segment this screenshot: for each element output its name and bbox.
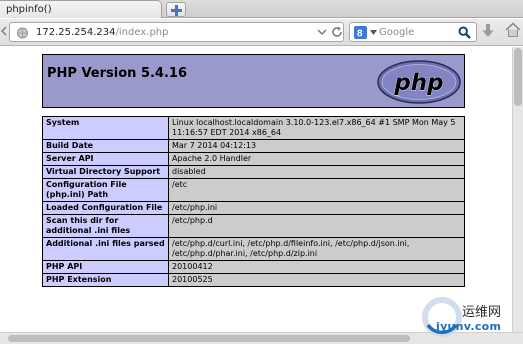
page-title: PHP Version 5.4.16 <box>47 66 188 81</box>
info-value: Linux localhost.localdomain 3.10.0-123.e… <box>169 117 464 139</box>
url-path: /index.php <box>115 27 169 38</box>
info-value: 20100412 <box>169 261 464 273</box>
info-key: System <box>43 117 168 139</box>
site-identity-icon[interactable] <box>16 27 29 39</box>
info-key: Configuration File (php.ini) Path <box>43 179 168 201</box>
search-engine-dropdown-icon[interactable] <box>370 30 377 35</box>
info-value: Mar 7 2014 04:12:13 <box>169 140 464 152</box>
table-row: Configuration File (php.ini) Path/etc <box>43 179 464 201</box>
new-tab-button[interactable] <box>166 2 186 17</box>
info-value: /etc <box>169 179 464 201</box>
table-row: PHP API 20100412 <box>43 261 464 273</box>
url-host: 172.25.254.234 <box>36 27 116 38</box>
info-value: 20100525 <box>169 274 464 286</box>
php-info-table: System Linux localhost.localdomain 3.10.0… <box>42 116 465 287</box>
info-key: PHP API <box>43 261 168 273</box>
download-icon[interactable] <box>481 23 495 39</box>
horizontal-scroll-thumb[interactable] <box>8 335 410 342</box>
history-dropdown-icon[interactable] <box>316 26 328 38</box>
info-key: Additional .ini files parsed <box>43 238 168 260</box>
info-key: Loaded Configuration File <box>43 202 168 214</box>
info-key: Build Date <box>43 140 168 152</box>
php-info-rows: System Linux localhost.localdomain 3.10.0… <box>43 117 464 286</box>
info-key: Server API <box>43 153 168 165</box>
info-key: PHP Extension <box>43 274 168 286</box>
svg-text:8: 8 <box>357 29 363 40</box>
address-bar[interactable]: 172.25.254.234/index.php <box>9 22 344 42</box>
table-row: PHP Extension 20100525 <box>43 274 464 286</box>
info-value: /etc/php.ini <box>169 202 464 214</box>
table-row: Loaded Configuration File/etc/php.ini <box>43 202 464 214</box>
back-arrow-icon[interactable] <box>0 26 8 36</box>
page-viewport: PHP Version 5.4.16 php System Linux local… <box>0 47 512 332</box>
php-logo-text: php <box>393 70 443 96</box>
search-bar[interactable]: 8 Google <box>349 22 477 42</box>
tab-title: phpinfo() <box>6 4 52 15</box>
plus-icon <box>171 5 182 16</box>
php-logo: php <box>377 60 461 104</box>
search-placeholder[interactable]: Google <box>379 23 414 42</box>
table-row: Server API Apache 2.0 Handler <box>43 153 464 165</box>
info-key: Virtual Directory Support <box>43 166 168 178</box>
home-icon[interactable] <box>505 22 521 38</box>
navigation-toolbar: 172.25.254.234/index.php 8 Google <box>0 19 523 46</box>
reload-icon[interactable] <box>330 25 344 39</box>
tab-phpinfo[interactable]: phpinfo() <box>0 0 162 18</box>
info-key: Scan this dir for additional .ini files <box>43 215 168 237</box>
table-row: System Linux localhost.localdomain 3.10.0… <box>43 117 464 139</box>
info-value: Apache 2.0 Handler <box>169 153 464 165</box>
tab-strip: phpinfo() <box>0 0 523 18</box>
info-value: /etc/php.d/curl.ini, /etc/php.d/fileinfo… <box>169 238 464 260</box>
vertical-scroll-thumb[interactable] <box>514 48 522 106</box>
table-row: Scan this dir for additional .ini files /… <box>43 215 464 237</box>
search-icon[interactable] <box>458 26 471 39</box>
watermark-text: 运维网 <box>462 305 502 320</box>
vertical-scrollbar[interactable] <box>512 47 523 332</box>
php-version-header: PHP Version 5.4.16 php <box>42 54 465 108</box>
table-row: Virtual Directory Support disabled <box>43 166 464 178</box>
watermark-url: iyunv.com <box>436 320 502 333</box>
info-value: /etc/php.d <box>169 215 464 237</box>
table-row: Build Date Mar 7 2014 04:12:13 <box>43 140 464 152</box>
table-row: Additional .ini files parsed/etc/php.d/c… <box>43 238 464 260</box>
google-icon[interactable]: 8 <box>354 26 367 39</box>
url-text[interactable]: 172.25.254.234/index.php <box>36 23 168 42</box>
info-value: disabled <box>169 166 464 178</box>
